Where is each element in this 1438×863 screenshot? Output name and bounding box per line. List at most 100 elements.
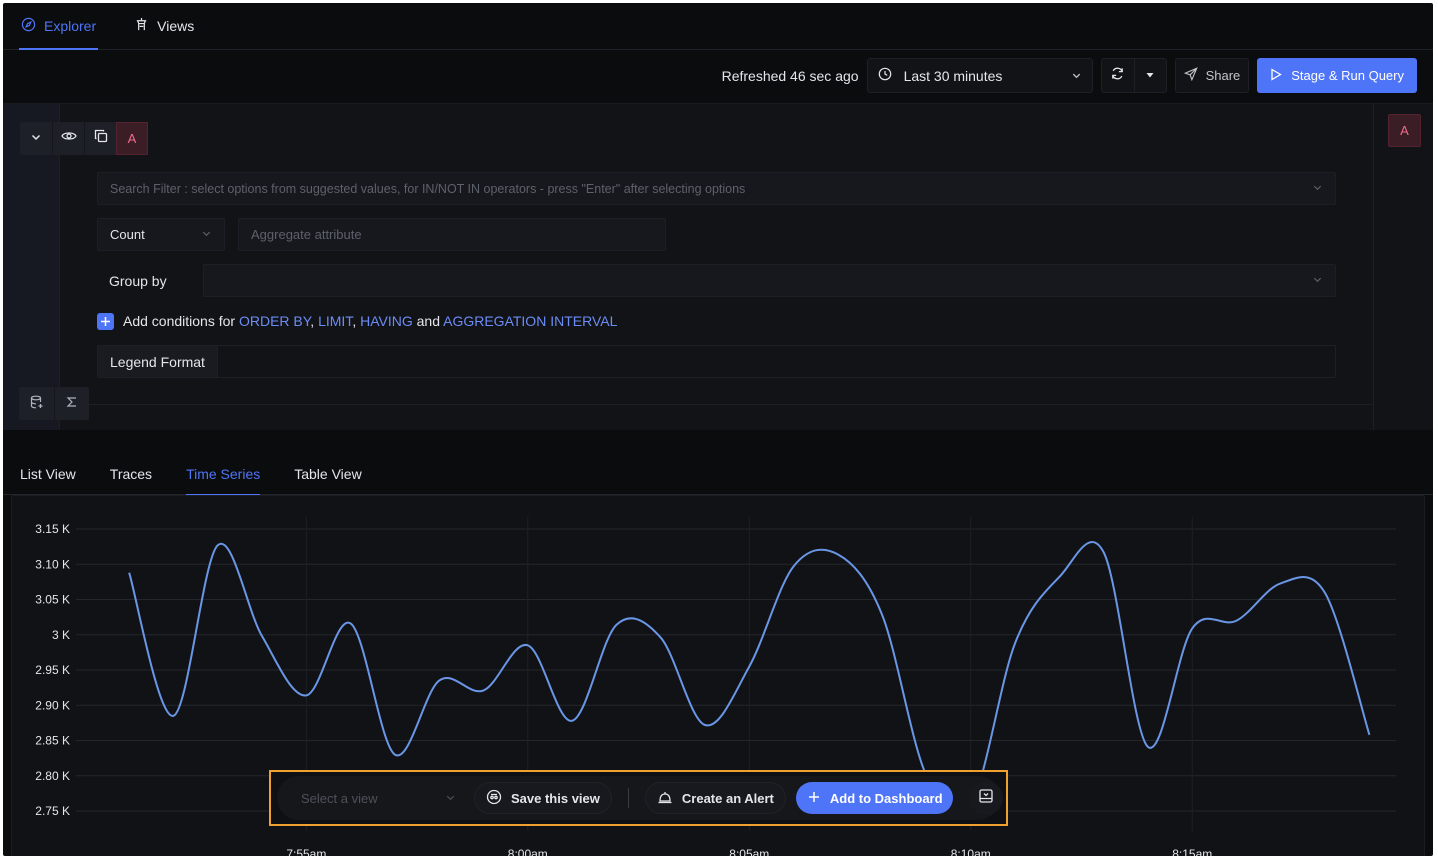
y-tick-label: 2.75 K xyxy=(35,804,70,818)
query-name-badge[interactable]: A xyxy=(116,122,148,155)
sigma-icon xyxy=(66,396,78,411)
chevron-down-icon xyxy=(30,130,42,148)
bell-icon xyxy=(657,789,673,808)
chevron-down-icon xyxy=(201,227,212,242)
conditions-prefix: Add conditions for xyxy=(123,313,236,329)
view-action-bar: Select a view Save this view Create an A… xyxy=(269,770,1008,826)
create-alert-label: Create an Alert xyxy=(681,790,774,806)
export-button[interactable] xyxy=(968,781,1003,815)
add-query-button[interactable] xyxy=(19,387,54,420)
create-alert-button[interactable]: Create an Alert xyxy=(644,782,786,814)
view-tabs: List View Traces Time Series Table View xyxy=(3,453,1433,496)
nav-tab-explorer[interactable]: Explorer xyxy=(19,3,99,50)
group-by-select[interactable] xyxy=(203,264,1336,297)
order-by-link[interactable]: ORDER BY xyxy=(239,313,310,329)
add-to-dashboard-label: Add to Dashboard xyxy=(829,790,943,806)
share-label: Share xyxy=(1205,68,1241,83)
query-builder: A A Search Filter : select options from … xyxy=(3,103,1433,430)
run-label: Stage & Run Query xyxy=(1291,68,1404,83)
query-type-tools xyxy=(19,387,89,420)
search-filter-input[interactable]: Search Filter : select options from sugg… xyxy=(97,172,1336,205)
x-tick-label: 8:10am xyxy=(951,847,991,856)
legend-format-input[interactable] xyxy=(218,346,1335,377)
chevron-down-icon xyxy=(1312,272,1323,290)
collapse-query-button[interactable] xyxy=(20,122,52,155)
y-tick-label: 2.95 K xyxy=(35,663,70,677)
send-icon xyxy=(1183,67,1198,84)
copy-icon xyxy=(94,129,108,148)
limit-link[interactable]: LIMIT xyxy=(318,313,352,329)
chevron-down-icon xyxy=(1071,68,1082,84)
comma: , xyxy=(352,313,357,329)
conditions-text: Add conditions for ORDER BY, LIMIT, HAVI… xyxy=(123,313,617,329)
play-icon xyxy=(1270,67,1283,84)
select-view-placeholder: Select a view xyxy=(301,790,378,806)
having-link[interactable]: HAVING xyxy=(360,313,413,329)
legend-format-label: Legend Format xyxy=(98,346,218,377)
aggregate-operator-value: Count xyxy=(110,227,145,242)
time-range-select[interactable]: Last 30 minutes xyxy=(866,58,1093,93)
aggregate-operator-select[interactable]: Count xyxy=(97,218,225,251)
time-range-value: Last 30 minutes xyxy=(903,67,1003,84)
refresh-interval-dropdown[interactable] xyxy=(1133,59,1166,92)
nav-tab-views[interactable]: Views xyxy=(132,3,196,49)
disk-icon xyxy=(486,789,502,808)
query-toolbar: Refreshed 46 sec ago Last 30 minutes Sha… xyxy=(722,58,1417,93)
add-conditions-button[interactable] xyxy=(97,312,114,330)
tower-icon xyxy=(134,17,149,35)
refreshed-status: Refreshed 46 sec ago xyxy=(721,67,859,84)
save-view-label: Save this view xyxy=(511,790,600,806)
compass-icon xyxy=(21,17,36,35)
tab-traces[interactable]: Traces xyxy=(110,453,152,495)
clock-icon xyxy=(878,67,892,84)
refresh-button[interactable] xyxy=(1102,59,1134,92)
query-a-badge[interactable]: A xyxy=(1388,114,1421,147)
y-tick-label: 2.90 K xyxy=(35,698,70,712)
y-tick-label: 3.05 K xyxy=(35,593,70,607)
group-by-label: Group by xyxy=(109,272,167,289)
top-nav: Explorer Views xyxy=(3,3,1433,50)
add-to-dashboard-button[interactable]: Add to Dashboard xyxy=(795,782,953,814)
database-icon xyxy=(30,395,44,412)
x-tick-label: 8:05am xyxy=(729,847,769,856)
toggle-visibility-button[interactable] xyxy=(52,122,84,155)
tab-list-view[interactable]: List View xyxy=(20,453,76,495)
conditions-and: and xyxy=(416,313,440,329)
duplicate-query-button[interactable] xyxy=(84,122,116,155)
refresh-group xyxy=(1100,58,1167,93)
aggregate-attribute-input[interactable]: Aggregate attribute xyxy=(238,218,666,251)
aggregation-interval-link[interactable]: AGGREGATION INTERVAL xyxy=(443,313,617,329)
legend-format-field: Legend Format xyxy=(97,345,1336,378)
add-formula-button[interactable] xyxy=(54,387,89,420)
x-tick-label: 7:55am xyxy=(286,847,326,856)
chevron-down-icon xyxy=(1312,182,1323,196)
y-tick-label: 3.15 K xyxy=(35,522,70,536)
download-panel-icon xyxy=(978,788,994,809)
y-tick-label: 2.85 K xyxy=(35,734,70,748)
aggregate-attribute-placeholder: Aggregate attribute xyxy=(251,227,362,242)
y-tick-label: 2.80 K xyxy=(35,769,70,783)
nav-tab-label: Views xyxy=(157,17,195,34)
query-actions: A xyxy=(20,122,148,155)
add-conditions-row: Add conditions for ORDER BY, LIMIT, HAVI… xyxy=(97,311,617,331)
x-tick-label: 8:15am xyxy=(1172,847,1212,856)
caret-down-icon xyxy=(1145,67,1155,85)
comma: , xyxy=(310,313,315,329)
select-view-dropdown[interactable]: Select a view xyxy=(301,781,456,815)
y-tick-label: 3 K xyxy=(52,628,70,642)
save-view-button[interactable]: Save this view xyxy=(474,782,612,814)
tab-table-view[interactable]: Table View xyxy=(294,453,361,495)
chevron-down-icon xyxy=(445,791,456,806)
stage-run-query-button[interactable]: Stage & Run Query xyxy=(1257,58,1417,93)
plus-icon xyxy=(808,791,820,806)
share-button[interactable]: Share xyxy=(1174,58,1250,93)
tab-time-series[interactable]: Time Series xyxy=(186,453,261,496)
eye-icon xyxy=(60,129,77,148)
nav-tab-label: Explorer xyxy=(44,17,97,34)
query-right-rail: A xyxy=(1373,104,1433,430)
search-filter-placeholder: Search Filter : select options from sugg… xyxy=(110,181,746,196)
refresh-icon xyxy=(1110,66,1125,86)
divider xyxy=(627,788,629,808)
app-window: Explorer Views Refreshed 46 sec ago Last… xyxy=(3,3,1433,856)
y-tick-label: 3.10 K xyxy=(35,557,70,571)
